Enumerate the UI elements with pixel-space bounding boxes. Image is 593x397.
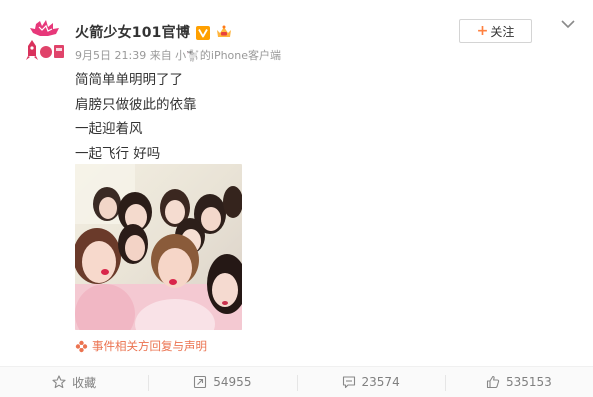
follow-button[interactable]: + 关注 (459, 19, 532, 43)
star-icon (52, 375, 66, 389)
content-line: 肩膀只做彼此的依靠 (75, 96, 197, 113)
post-meta: 9月5日 21:39 来自 小🐩的iPhone客户端 (75, 49, 282, 62)
content-line: 简简单单明明了了 (75, 72, 183, 88)
favorite-button[interactable]: 收藏 (0, 367, 148, 397)
group-selfie-photo[interactable] (75, 164, 242, 330)
weibo-post: 火箭少女101官博 9月5日 21:39 来自 小🐩的iPhone客户端 + 关… (0, 0, 593, 397)
rocket-girls-logo-icon (26, 20, 64, 60)
repost-button[interactable]: 54955 (148, 367, 296, 397)
name-row: 火箭少女101官博 (75, 21, 233, 43)
repost-icon (194, 375, 207, 389)
avatar[interactable] (22, 20, 68, 66)
member-crown-icon[interactable] (215, 24, 233, 40)
notice-text: 事件相关方回复与声明 (92, 339, 207, 353)
content-line: 一起迎着风 (75, 121, 143, 137)
favorite-label: 收藏 (72, 375, 97, 390)
comment-button[interactable]: 23574 (296, 367, 445, 397)
username[interactable]: 火箭少女101官博 (75, 22, 190, 42)
comment-icon (342, 376, 355, 389)
thumbs-up-icon (486, 375, 500, 389)
chevron-down-icon[interactable] (560, 18, 576, 30)
repost-count: 54955 (213, 375, 252, 389)
follow-label: 关注 (490, 24, 515, 39)
flower-icon (75, 340, 88, 352)
content-line: 一起飞行 好吗 (75, 145, 161, 162)
notice-link[interactable]: 事件相关方回复与声明 (75, 338, 207, 354)
like-button[interactable]: 535153 (444, 367, 593, 397)
like-count: 535153 (505, 375, 552, 389)
verified-badge-icon (196, 25, 211, 40)
comment-count: 23574 (361, 375, 400, 389)
plus-icon: + (476, 23, 489, 39)
action-bar: 收藏 54955 23574 535153 (0, 366, 593, 397)
post-content: 简简单单明明了了 肩膀只做彼此的依靠 一起迎着风 一起飞行 好吗 (75, 68, 197, 166)
